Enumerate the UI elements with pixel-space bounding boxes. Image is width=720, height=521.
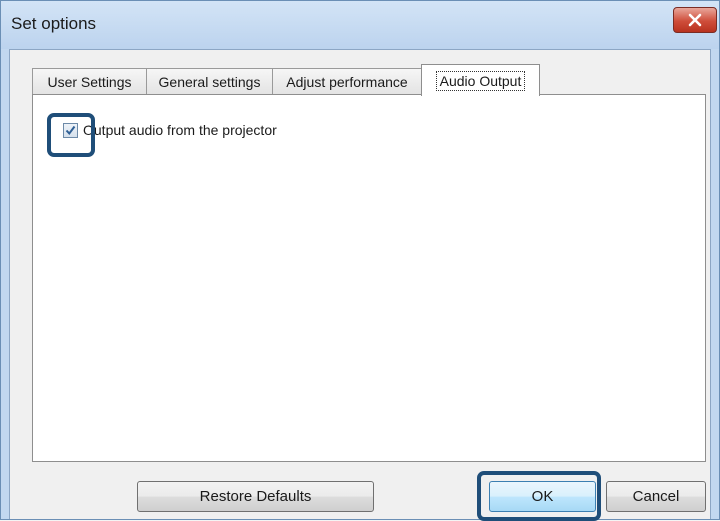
restore-defaults-button[interactable]: Restore Defaults bbox=[137, 481, 374, 512]
dialog-client-area: User Settings General settings Adjust pe… bbox=[9, 49, 711, 519]
output-audio-checkbox[interactable] bbox=[63, 123, 78, 138]
tab-audio-output[interactable]: Audio Output bbox=[421, 64, 540, 96]
ok-button[interactable]: OK bbox=[489, 481, 596, 512]
audio-output-panel: Output audio from the projector bbox=[32, 94, 706, 462]
button-label: Restore Defaults bbox=[199, 488, 312, 505]
tab-label: Audio Output bbox=[435, 70, 526, 91]
tab-label: General settings bbox=[158, 74, 261, 90]
cancel-button[interactable]: Cancel bbox=[606, 481, 706, 512]
close-icon bbox=[688, 13, 702, 27]
output-audio-label: Output audio from the projector bbox=[83, 122, 277, 138]
tab-label: Adjust performance bbox=[286, 74, 408, 90]
tab-adjust-performance[interactable]: Adjust performance bbox=[272, 68, 422, 95]
title-bar: Set options bbox=[1, 1, 719, 49]
button-label: Cancel bbox=[632, 488, 680, 505]
window-title: Set options bbox=[11, 14, 97, 33]
tab-general-settings[interactable]: General settings bbox=[146, 68, 273, 95]
button-label: OK bbox=[531, 488, 554, 505]
tab-user-settings[interactable]: User Settings bbox=[32, 68, 147, 95]
set-options-dialog: Set options User Settings General settin… bbox=[0, 0, 720, 521]
tab-label: User Settings bbox=[47, 74, 132, 90]
checkmark-icon bbox=[65, 125, 76, 136]
close-button[interactable] bbox=[673, 7, 717, 33]
